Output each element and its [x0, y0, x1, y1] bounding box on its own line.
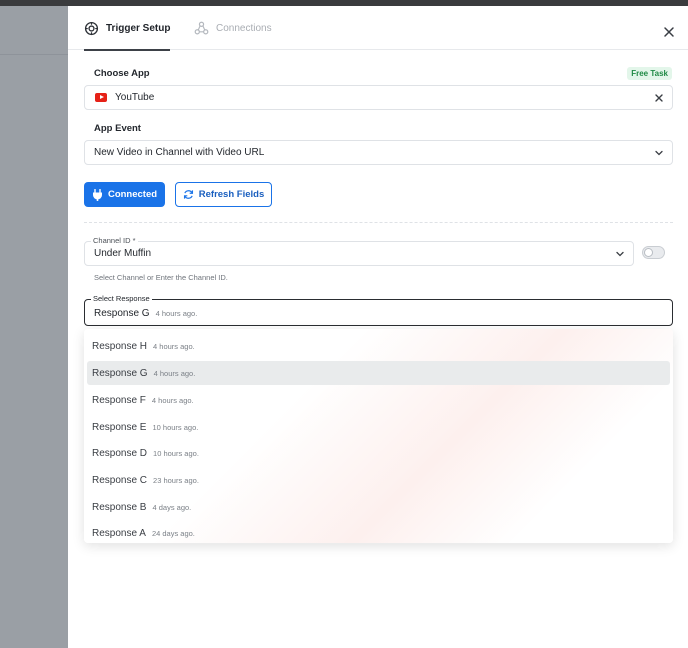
dropdown-option-selected[interactable]: Response G 4 hours ago.: [87, 361, 670, 385]
connected-label: Connected: [107, 189, 158, 200]
option-label: Response C: [92, 474, 148, 486]
app-event-select[interactable]: New Video in Channel with Video URL: [84, 140, 673, 165]
option-time: 4 hours ago.: [151, 395, 194, 405]
option-label: Response H: [92, 340, 148, 352]
app-event-value: New Video in Channel with Video URL: [94, 147, 265, 158]
background-overlay[interactable]: [0, 6, 68, 648]
refresh-icon: [183, 190, 193, 199]
chevron-down-icon: [616, 251, 624, 257]
tab-bar: Trigger Setup Connections: [68, 6, 688, 51]
connected-button[interactable]: Connected: [84, 182, 165, 207]
channel-toggle[interactable]: [642, 246, 665, 259]
toggle-knob: [644, 248, 653, 257]
dropdown-option[interactable]: Response E 10 hours ago.: [87, 415, 670, 439]
response-dropdown-list: Response H 4 hours ago. Response G 4 hou…: [84, 329, 673, 543]
tab-connections-label: Connections: [216, 22, 272, 34]
channel-id-label: Channel ID *: [91, 236, 138, 245]
select-response-time: 4 hours ago.: [155, 309, 198, 318]
dropdown-option[interactable]: Response A 24 days ago.: [87, 521, 670, 545]
close-icon[interactable]: [662, 25, 676, 39]
option-label: Response B: [92, 501, 147, 513]
option-time: 4 hours ago.: [153, 368, 196, 378]
free-task-badge: Free Task: [627, 67, 672, 80]
dropdown-option[interactable]: Response F 4 hours ago.: [87, 388, 670, 412]
channel-id-value: Under Muffin: [94, 248, 152, 259]
dropdown-option[interactable]: Response C 23 hours ago.: [87, 468, 670, 492]
option-time: 10 hours ago.: [152, 422, 199, 432]
channel-id-select[interactable]: Channel ID * Under Muffin: [84, 237, 634, 266]
option-time: 23 hours ago.: [153, 475, 199, 485]
option-label: Response E: [92, 421, 147, 433]
option-time: 24 days ago.: [151, 528, 195, 538]
clear-icon[interactable]: [654, 93, 664, 103]
select-response-input[interactable]: Select Response Response G 4 hours ago.: [84, 295, 673, 326]
option-label: Response F: [92, 394, 146, 406]
plug-icon: [92, 188, 102, 201]
dropdown-option[interactable]: Response B 4 days ago.: [87, 495, 670, 519]
option-label: Response A: [92, 527, 146, 539]
option-time: 10 hours ago.: [153, 448, 199, 458]
section-divider: [84, 222, 673, 223]
connections-icon: [194, 21, 209, 34]
choose-app-value: YouTube: [115, 92, 155, 103]
dropdown-option[interactable]: Response H 4 hours ago.: [87, 334, 670, 358]
refresh-fields-button[interactable]: Refresh Fields: [175, 182, 272, 207]
option-time: 4 days ago.: [152, 502, 192, 512]
youtube-icon: [95, 93, 107, 102]
select-response-label: Select Response: [91, 294, 152, 303]
choose-app-label: Choose App: [94, 68, 150, 79]
option-time: 4 hours ago.: [153, 341, 195, 351]
app-event-label: App Event: [94, 123, 141, 134]
tab-trigger-setup-label: Trigger Setup: [106, 22, 171, 34]
chevron-down-icon: [655, 150, 663, 156]
dropdown-option[interactable]: Response D 10 hours ago.: [87, 441, 670, 465]
trigger-setup-panel: Trigger Setup Connections Choose App Fre…: [68, 6, 688, 648]
option-label: Response D: [92, 447, 148, 459]
refresh-fields-label: Refresh Fields: [198, 189, 265, 200]
select-response-value: Response G: [94, 308, 150, 319]
choose-app-field[interactable]: YouTube: [84, 85, 673, 110]
option-label: Response G: [92, 367, 148, 379]
gear-icon: [84, 21, 99, 35]
tab-connections[interactable]: Connections: [194, 6, 272, 50]
tab-trigger-setup[interactable]: Trigger Setup: [84, 6, 171, 51]
channel-helper-text: Select Channel or Enter the Channel ID.: [94, 273, 228, 282]
